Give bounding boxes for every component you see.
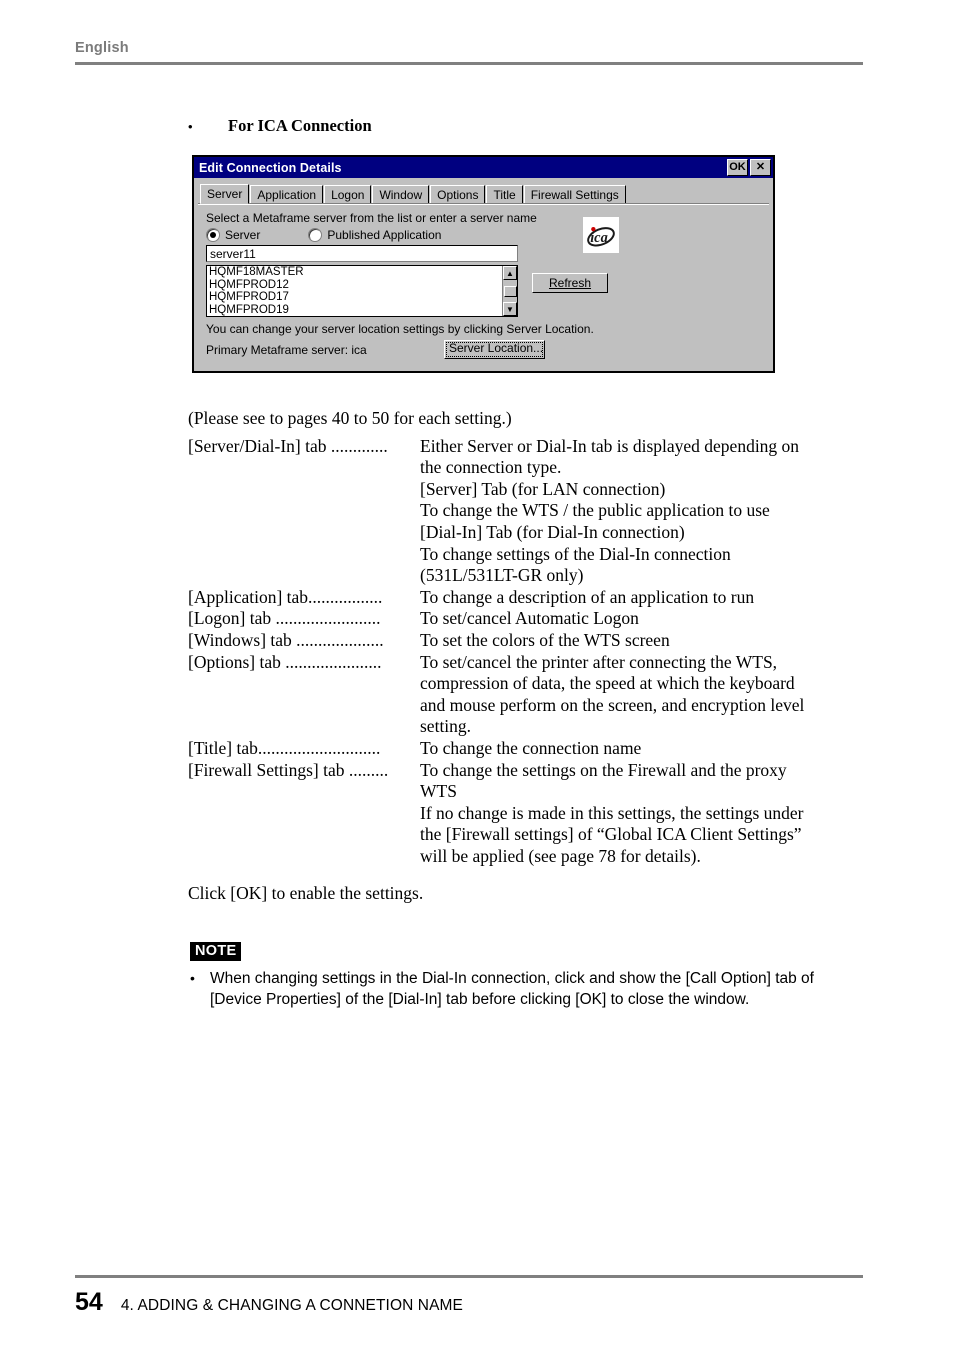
definition-continuation: WTS [420, 781, 457, 802]
bullet-icon: • [188, 119, 193, 134]
definition-desc: To set/cancel the printer after connecti… [420, 651, 778, 672]
server-location-button[interactable]: Server Location... [444, 340, 545, 359]
dialog-body: Server Application Logon Window Options … [194, 178, 773, 371]
definition-row: [Options] tab ...................... To … [188, 652, 868, 674]
definition-term: [Windows] tab .................... [188, 629, 384, 650]
definition-term: [Logon] tab ........................ [188, 608, 381, 629]
refresh-button-label: Refresh [548, 276, 592, 290]
definition-desc: To change a description of an applicatio… [420, 586, 755, 607]
header-language-label: English [75, 40, 129, 56]
definition-continuation: setting. [420, 716, 472, 737]
note-block: NOTE • When changing settings in the Dia… [190, 942, 850, 1010]
definition-continuation: compression of data, the speed at which … [420, 673, 795, 694]
note-badge: NOTE [190, 942, 242, 961]
definition-desc: To set/cancel Automatic Logon [420, 608, 639, 629]
section-heading: • For ICA Connection [188, 116, 372, 136]
definition-term: [Server/Dial-In] tab ............. [188, 435, 388, 456]
dialog-tabstrip: Server Application Logon Window Options … [198, 182, 769, 204]
definition-continuation: the connection type. [420, 457, 562, 478]
dialog-titlebar: Edit Connection Details OK ✕ [194, 157, 773, 178]
tab-options[interactable]: Options [430, 185, 486, 203]
definition-continuation: (531L/531LT-GR only) [420, 565, 584, 586]
section-heading-text: For ICA Connection [228, 116, 372, 135]
click-ok-paragraph: Click [OK] to enable the settings. [188, 883, 424, 904]
definition-row: [Firewall Settings] tab ......... To cha… [188, 760, 868, 782]
note-bullet-icon: • [190, 970, 195, 986]
definition-desc: To change the connection name [420, 737, 642, 758]
primary-server-text: Primary Metaframe server: ica [206, 342, 367, 357]
definition-desc: To change the settings on the Firewall a… [420, 759, 787, 780]
footer-row: 54 4. ADDING & CHANGING A CONNETION NAME [75, 1288, 863, 1317]
definition-continuation: and mouse perform on the screen, and enc… [420, 694, 805, 715]
server-list-items: HQMF18MASTER HQMFPROD12 HQMFPROD17 HQMFP… [207, 266, 502, 316]
server-tab-panel: Select a Metaframe server from the list … [198, 204, 769, 365]
definition-continuation: [Server] Tab (for LAN connection) [420, 478, 666, 499]
server-list-scrollbar[interactable]: ▲ ▼ [502, 266, 517, 316]
close-icon[interactable]: ✕ [750, 159, 771, 176]
primary-server-row: Primary Metaframe server: ica Server Loc… [206, 340, 763, 359]
definition-term: [Application] tab................. [188, 586, 383, 607]
radio-server-label: Server [225, 228, 261, 242]
list-item[interactable]: HQMFPROD19 [209, 304, 502, 317]
tab-title[interactable]: Title [486, 185, 523, 203]
radio-server[interactable] [206, 228, 220, 242]
header-divider [75, 62, 863, 65]
scrollbar-thumb[interactable] [503, 285, 517, 297]
server-name-input[interactable]: server11 [206, 245, 518, 262]
server-listbox[interactable]: HQMF18MASTER HQMFPROD12 HQMFPROD17 HQMFP… [206, 265, 518, 317]
definition-continuation: will be applied (see page 78 for details… [420, 845, 701, 866]
body-text: (Please see to pages 40 to 50 for each s… [188, 408, 868, 905]
note-list-item: • When changing settings in the Dial-In … [190, 968, 850, 1010]
list-item[interactable]: HQMF18MASTER [209, 266, 502, 279]
note-text: When changing settings in the Dial-In co… [210, 970, 814, 1008]
definition-continuation: [Dial-In] Tab (for Dial-In connection) [420, 521, 685, 542]
scroll-down-icon[interactable]: ▼ [503, 302, 517, 316]
radio-published-application-label: Published Application [327, 228, 442, 242]
tab-firewall-settings[interactable]: Firewall Settings [523, 185, 626, 203]
definition-term: [Options] tab ...................... [188, 651, 382, 672]
radio-published-application[interactable] [308, 228, 323, 242]
definition-continuation: To change settings of the Dial-In connec… [420, 543, 731, 564]
definition-desc: To set the colors of the WTS screen [420, 629, 670, 650]
scroll-up-icon[interactable]: ▲ [503, 266, 517, 280]
definition-row: [Application] tab................. To ch… [188, 587, 868, 609]
footer-divider [75, 1275, 863, 1278]
chapter-title: 4. ADDING & CHANGING A CONNETION NAME [120, 1297, 463, 1314]
definition-term: [Firewall Settings] tab ......... [188, 759, 389, 780]
definition-row: [Windows] tab .................... To se… [188, 630, 868, 652]
tab-logon[interactable]: Logon [324, 185, 372, 203]
definition-row: [Logon] tab ........................ To … [188, 608, 868, 630]
edit-connection-details-dialog: Edit Connection Details OK ✕ Server Appl… [192, 155, 775, 373]
refresh-button[interactable]: Refresh [532, 273, 608, 293]
page-footer: 54 4. ADDING & CHANGING A CONNETION NAME [75, 1275, 863, 1317]
server-location-note: You can change your server location sett… [206, 322, 594, 336]
server-list-row: HQMF18MASTER HQMFPROD12 HQMFPROD17 HQMFP… [206, 265, 763, 317]
definition-desc: Either Server or Dial-In tab is displaye… [420, 435, 800, 456]
definition-row: [Server/Dial-In] tab ............. Eithe… [188, 436, 868, 458]
definition-continuation: To change the WTS / the public applicati… [420, 500, 770, 521]
definition-continuation: If no change is made in this settings, t… [420, 802, 804, 823]
page-header: English [75, 40, 863, 65]
dialog-title: Edit Connection Details [199, 160, 342, 175]
definition-row: [Title] tab............................ … [188, 738, 868, 760]
server-hint-text: Select a Metaframe server from the list … [206, 211, 537, 225]
ica-logo-icon: ica [583, 217, 619, 253]
list-item[interactable]: HQMFPROD17 [209, 291, 502, 304]
svg-text:ica: ica [590, 230, 608, 246]
intro-paragraph: (Please see to pages 40 to 50 for each s… [188, 408, 512, 428]
tab-application[interactable]: Application [250, 185, 324, 203]
definition-term: [Title] tab............................ [188, 737, 381, 758]
tab-window[interactable]: Window [372, 185, 430, 203]
connection-type-radio-group: Server Published Application [206, 228, 763, 242]
page-number: 54 [75, 1288, 103, 1316]
list-item[interactable]: HQMFPROD12 [209, 279, 502, 292]
tab-server[interactable]: Server [200, 184, 250, 204]
definition-continuation: the [Firewall settings] of “Global ICA C… [420, 824, 802, 845]
ok-titlebar-button[interactable]: OK [727, 159, 748, 176]
